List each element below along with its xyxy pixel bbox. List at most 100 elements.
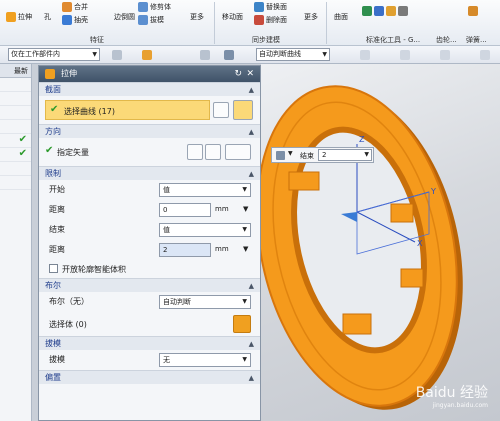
- collapse-icon[interactable]: ▲: [249, 167, 254, 181]
- group-label-gear[interactable]: 齿轮...: [436, 35, 457, 45]
- chevron-down-icon: ▼: [242, 298, 247, 305]
- end-type-select[interactable]: 值 ▼: [159, 223, 251, 237]
- navigator-row[interactable]: [0, 106, 31, 120]
- toolbar-option-icon[interactable]: [440, 50, 450, 60]
- dialog-title-bar[interactable]: 拉伸 ↻ ✕: [39, 66, 260, 82]
- select-curve-row[interactable]: ✔ 选择曲线 (17): [39, 96, 260, 124]
- std-tool-icons[interactable]: [362, 6, 408, 16]
- gear-tool-icon: [362, 6, 372, 16]
- chevron-down-icon: ▼: [92, 51, 97, 58]
- collapse-icon[interactable]: ▲: [249, 337, 254, 351]
- select-body-icon[interactable]: [233, 315, 251, 333]
- group-label-std-parts[interactable]: 标准化工具 - G...: [366, 35, 420, 45]
- start-type-select[interactable]: 值 ▼: [159, 183, 251, 197]
- toolbar-option-icon[interactable]: [480, 50, 490, 60]
- vector-row: ✔ 指定矢量: [39, 138, 260, 166]
- selection-toolbar: 仅在工作部件内 ▼ 自动判断曲线 ▼: [0, 46, 500, 64]
- sketch-section-button[interactable]: [213, 102, 229, 118]
- boolean-row: 布尔（无） 自动判断 ▼: [39, 292, 260, 312]
- vector-label: 指定矢量: [57, 148, 89, 157]
- move-face-button[interactable]: 移动面: [222, 12, 243, 22]
- cube-filter-icon[interactable]: [224, 50, 234, 60]
- limits-header[interactable]: 限制 ▲: [39, 166, 260, 180]
- spring-icon: [468, 6, 478, 16]
- start-distance-input[interactable]: 0: [159, 203, 211, 217]
- open-profile-checkbox[interactable]: [49, 264, 58, 273]
- shell-button[interactable]: 抽壳: [62, 15, 88, 25]
- navigator-row[interactable]: [0, 162, 31, 176]
- extruded-ring-model[interactable]: Z Y X: [261, 64, 500, 421]
- collapse-icon[interactable]: ▲: [249, 83, 254, 97]
- toolbar-option-icon[interactable]: [360, 50, 370, 60]
- navigator-row[interactable]: ✔: [0, 148, 31, 162]
- boolean-type-select[interactable]: 自动判断 ▼: [159, 295, 251, 309]
- snap-icon[interactable]: [112, 50, 122, 60]
- draft-type-select[interactable]: 无 ▼: [159, 353, 251, 367]
- chevron-down-icon[interactable]: ▼: [243, 245, 248, 253]
- hole-button[interactable]: 孔: [44, 12, 51, 22]
- navigator-row[interactable]: [0, 176, 31, 190]
- graphics-viewport[interactable]: Z Y X Baidu 经验 jingyan.baidu.com: [261, 64, 500, 421]
- cube-icon[interactable]: [276, 151, 285, 160]
- spring-tool-button[interactable]: [468, 6, 478, 16]
- ribbon: 拉伸 孔 合并 抽壳 边倒圆 修剪体 拔模 更多 移动面 替换面 删除面 更多 …: [0, 0, 500, 46]
- curve-select-button[interactable]: [233, 100, 253, 120]
- select-curve-highlight[interactable]: ✔ 选择曲线 (17): [45, 100, 210, 120]
- end-distance-input[interactable]: 2: [159, 243, 211, 257]
- draft-icon: [138, 15, 148, 25]
- edge-blend-button[interactable]: 边倒圆: [114, 12, 135, 22]
- draft-group: 拔模 ▲ 拔模 无 ▼: [39, 336, 260, 370]
- draft-row: 拔模 无 ▼: [39, 350, 260, 370]
- chevron-down-icon: ▼: [364, 151, 369, 158]
- more-features-button[interactable]: 更多: [190, 12, 204, 22]
- delete-face-button[interactable]: 删除面: [254, 15, 287, 25]
- open-profile-row: 开放轮廓智能体积: [39, 260, 260, 278]
- chevron-down-icon: ▼: [242, 226, 247, 233]
- ribbon-separator: [326, 2, 327, 44]
- group-label-feature: 特征: [90, 36, 104, 44]
- boolean-header[interactable]: 布尔 ▲: [39, 278, 260, 292]
- navigator-row[interactable]: [0, 120, 31, 134]
- direction-header[interactable]: 方向 ▲: [39, 124, 260, 138]
- curve-rule-select[interactable]: 自动判断曲线 ▼: [256, 48, 330, 61]
- collapse-icon[interactable]: ▲: [249, 371, 254, 385]
- reset-icon[interactable]: ↻: [234, 66, 242, 82]
- check-icon: ✔: [45, 145, 54, 156]
- chevron-down-icon[interactable]: ▼: [288, 150, 293, 157]
- draft-header[interactable]: 拔模 ▲: [39, 336, 260, 350]
- vector-type-select[interactable]: [225, 144, 251, 160]
- replace-face-button[interactable]: 替换面: [254, 2, 287, 12]
- navigator-row[interactable]: ✔: [0, 134, 31, 148]
- dialog-title: 拉伸: [61, 69, 77, 78]
- more-sync-button[interactable]: 更多: [304, 12, 318, 22]
- rectangle-select-icon[interactable]: [200, 50, 210, 60]
- close-icon[interactable]: ✕: [246, 66, 254, 82]
- end-distance-row: 距离 2 mm ▼: [39, 240, 260, 260]
- offset-header[interactable]: 偏置 ▲: [39, 370, 260, 384]
- chevron-down-icon[interactable]: ▼: [243, 205, 248, 213]
- section-header[interactable]: 截面 ▲: [39, 82, 260, 96]
- watermark: Baidu 经验 jingyan.baidu.com: [415, 385, 488, 409]
- ring-notch: [400, 268, 424, 288]
- group-label-spring[interactable]: 弹簧...: [466, 35, 487, 45]
- navigator-row[interactable]: [0, 78, 31, 92]
- extrude-button[interactable]: 拉伸: [6, 12, 32, 22]
- end-value-input[interactable]: 2 ▼: [318, 149, 372, 161]
- toolbar-option-icon[interactable]: [400, 50, 410, 60]
- collapse-icon[interactable]: ▲: [249, 279, 254, 293]
- draft-button[interactable]: 拔模: [138, 15, 164, 25]
- trim-body-button[interactable]: 修剪体: [138, 2, 171, 12]
- collapse-icon[interactable]: ▲: [249, 125, 254, 139]
- extrude-icon: [6, 12, 16, 22]
- navigator-header-latest[interactable]: 最新: [0, 64, 31, 78]
- vector-dialog-button[interactable]: [205, 144, 221, 160]
- unite-button[interactable]: 合并: [62, 2, 88, 12]
- select-filter-icon[interactable]: [142, 50, 152, 60]
- delete-face-icon: [254, 15, 264, 25]
- navigator-row[interactable]: [0, 92, 31, 106]
- scope-filter-select[interactable]: 仅在工作部件内 ▼: [8, 48, 100, 61]
- spring-tool-icon: [374, 6, 384, 16]
- reverse-direction-button[interactable]: [187, 144, 203, 160]
- end-input-label: 结束: [300, 152, 314, 160]
- surface-button[interactable]: 曲面: [334, 12, 348, 22]
